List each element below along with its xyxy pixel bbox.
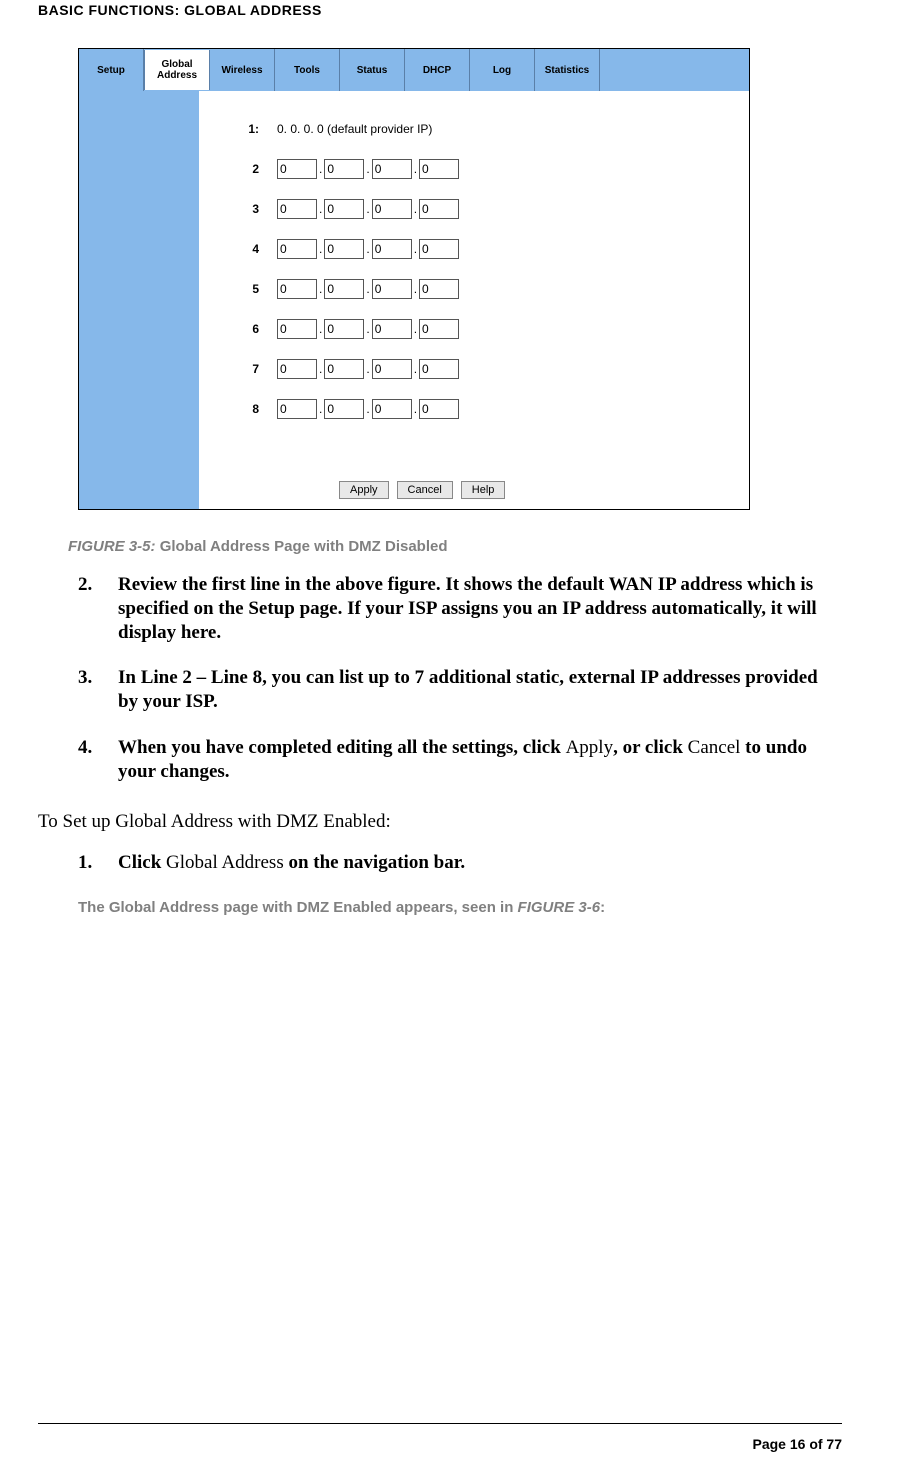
ip-octet-d[interactable] bbox=[419, 279, 459, 299]
ip-octet-d[interactable] bbox=[419, 199, 459, 219]
router-sidebar bbox=[79, 91, 199, 509]
page-header: BASIC FUNCTIONS: GLOBAL ADDRESS bbox=[38, 0, 842, 48]
apply-word: Apply bbox=[566, 737, 614, 758]
step-number: 1. bbox=[78, 851, 118, 875]
step-number: 3. bbox=[78, 666, 118, 714]
ip-octet-d[interactable] bbox=[419, 239, 459, 259]
ip-octet-b[interactable] bbox=[324, 399, 364, 419]
ip-row-3: 3 . . . bbox=[199, 189, 749, 229]
ip-row-7: 7 . . . bbox=[199, 349, 749, 389]
global-address-link: Global Address bbox=[166, 852, 284, 873]
step-number: 4. bbox=[78, 736, 118, 784]
tab-log[interactable]: Log bbox=[470, 49, 535, 91]
ip-octet-a[interactable] bbox=[277, 239, 317, 259]
router-ui-screenshot: Setup Global Address Wireless Tools Stat… bbox=[78, 48, 750, 510]
tab-setup[interactable]: Setup bbox=[79, 49, 144, 91]
ip-octet-c[interactable] bbox=[372, 399, 412, 419]
tab-dhcp[interactable]: DHCP bbox=[405, 49, 470, 91]
ip-octet-c[interactable] bbox=[372, 359, 412, 379]
step-text-part: on the navigation bar. bbox=[284, 852, 465, 873]
ip-row-label: 5 bbox=[199, 282, 277, 296]
ip-row-1: 1: 0. 0. 0. 0 (default provider IP) bbox=[199, 109, 749, 149]
note-pre: The Global Address page with DMZ Enabled… bbox=[78, 899, 518, 916]
section-intro: To Set up Global Address with DMZ Enable… bbox=[38, 811, 842, 833]
note-post: : bbox=[600, 899, 605, 916]
ip-row-label: 3 bbox=[199, 202, 277, 216]
ip-row-2: 2 . . . bbox=[199, 149, 749, 189]
ip-octet-c[interactable] bbox=[372, 159, 412, 179]
figure-ref: FIGURE 3-6 bbox=[518, 899, 601, 916]
figure-caption-text: Global Address Page with DMZ Disabled bbox=[160, 538, 448, 555]
ip-octet-c[interactable] bbox=[372, 319, 412, 339]
help-button[interactable]: Help bbox=[461, 481, 506, 499]
ip-octet-a[interactable] bbox=[277, 399, 317, 419]
page-footer: Page 16 of 77 bbox=[38, 1419, 842, 1452]
tab-tools[interactable]: Tools bbox=[275, 49, 340, 91]
step-1: 1. Click Global Address on the navigatio… bbox=[78, 851, 842, 875]
step-text-part: , or click bbox=[613, 737, 688, 758]
ip-default-text: 0. 0. 0. 0 (default provider IP) bbox=[277, 122, 432, 136]
router-main: 1: 0. 0. 0. 0 (default provider IP) 2 . … bbox=[199, 91, 749, 509]
ip-octet-d[interactable] bbox=[419, 319, 459, 339]
ip-octet-c[interactable] bbox=[372, 279, 412, 299]
step-text-part: Click bbox=[118, 852, 166, 873]
step-text: In Line 2 – Line 8, you can list up to 7… bbox=[118, 666, 842, 714]
ip-octet-c[interactable] bbox=[372, 239, 412, 259]
page-number: Page 16 of 77 bbox=[38, 1426, 842, 1452]
cancel-word: Cancel bbox=[688, 737, 741, 758]
ip-octet-b[interactable] bbox=[324, 319, 364, 339]
ip-row-label: 4 bbox=[199, 242, 277, 256]
ip-octet-b[interactable] bbox=[324, 279, 364, 299]
ip-row-6: 6 . . . bbox=[199, 309, 749, 349]
ip-octet-a[interactable] bbox=[277, 159, 317, 179]
ip-octet-b[interactable] bbox=[324, 159, 364, 179]
figure-3-5-caption: FIGURE 3-5: Global Address Page with DMZ… bbox=[68, 538, 842, 555]
ip-octet-a[interactable] bbox=[277, 319, 317, 339]
ip-octet-b[interactable] bbox=[324, 359, 364, 379]
ip-row-4: 4 . . . bbox=[199, 229, 749, 269]
step-3: 3. In Line 2 – Line 8, you can list up t… bbox=[78, 666, 842, 714]
cancel-button[interactable]: Cancel bbox=[397, 481, 453, 499]
tab-bar: Setup Global Address Wireless Tools Stat… bbox=[79, 49, 749, 92]
ip-row-5: 5 . . . bbox=[199, 269, 749, 309]
step-4: 4. When you have completed editing all t… bbox=[78, 736, 842, 784]
step-text-part: When you have completed editing all the … bbox=[118, 737, 566, 758]
tab-status[interactable]: Status bbox=[340, 49, 405, 91]
figure-label: FIGURE 3-5: bbox=[68, 538, 156, 555]
ip-octet-a[interactable] bbox=[277, 279, 317, 299]
footer-divider bbox=[38, 1419, 842, 1424]
ip-row-label: 2 bbox=[199, 162, 277, 176]
tab-global-address[interactable]: Global Address bbox=[144, 50, 210, 90]
ip-row-label: 1: bbox=[199, 122, 277, 136]
step-2: 2. Review the first line in the above fi… bbox=[78, 573, 842, 644]
ip-octet-d[interactable] bbox=[419, 399, 459, 419]
apply-button[interactable]: Apply bbox=[339, 481, 389, 499]
step-number: 2. bbox=[78, 573, 118, 644]
ip-octet-d[interactable] bbox=[419, 359, 459, 379]
tab-statistics[interactable]: Statistics bbox=[535, 49, 600, 91]
figure-3-5: Setup Global Address Wireless Tools Stat… bbox=[78, 48, 748, 510]
step-text: Review the first line in the above figur… bbox=[118, 573, 842, 644]
ip-octet-b[interactable] bbox=[324, 199, 364, 219]
ip-row-8: 8 . . . bbox=[199, 389, 749, 429]
ip-row-label: 6 bbox=[199, 322, 277, 336]
ip-row-label: 8 bbox=[199, 402, 277, 416]
ip-row-label: 7 bbox=[199, 362, 277, 376]
ip-octet-d[interactable] bbox=[419, 159, 459, 179]
note-text: The Global Address page with DMZ Enabled… bbox=[78, 897, 842, 918]
ip-octet-a[interactable] bbox=[277, 199, 317, 219]
ip-octet-b[interactable] bbox=[324, 239, 364, 259]
tab-wireless[interactable]: Wireless bbox=[210, 49, 275, 91]
ip-octet-a[interactable] bbox=[277, 359, 317, 379]
ip-octet-c[interactable] bbox=[372, 199, 412, 219]
